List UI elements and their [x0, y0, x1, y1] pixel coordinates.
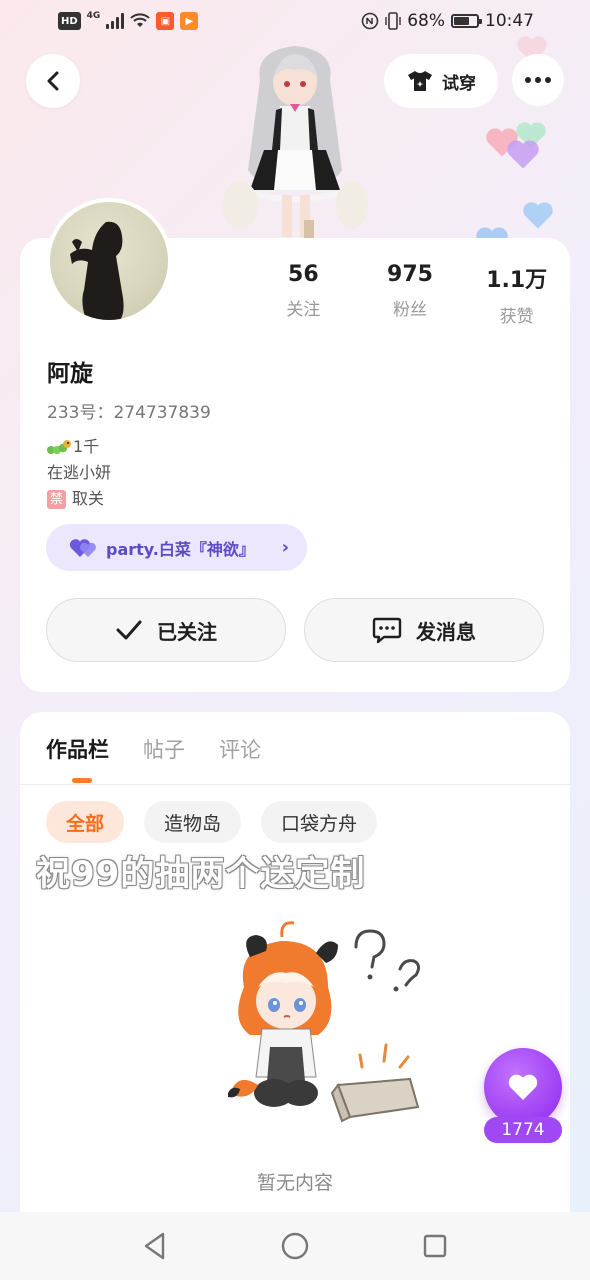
likes-label: 获赞 [499, 307, 534, 327]
status-right: 68% 10:47 [361, 11, 534, 31]
party-label: party.白菜『神欲』 [106, 539, 255, 559]
status-bar: HD 4G ▣ ▶ 68% 10:47 [0, 0, 590, 44]
follow-button[interactable]: 已关注 [46, 598, 286, 662]
bio-line-2: 在逃小妍 [47, 463, 112, 482]
tshirt-icon [408, 71, 432, 91]
nav-recents-button[interactable] [415, 1226, 455, 1266]
category-chips: 全部 造物岛 口袋方舟 [46, 801, 378, 843]
battery-icon [451, 14, 482, 28]
hd-indicator: HD [58, 12, 81, 30]
active-tab-indicator [72, 778, 92, 783]
tab-divider [20, 784, 570, 785]
more-dots-icon [525, 77, 531, 83]
floating-heart-icon [523, 202, 553, 229]
user-id[interactable]: 233号：274737839 [47, 398, 211, 423]
empty-state-text: 暂无内容 [256, 1172, 333, 1194]
followers-count: 975 [387, 262, 433, 287]
empty-state-illustration [228, 921, 421, 1123]
avatar[interactable] [46, 198, 172, 324]
chat-bubble-icon [372, 617, 402, 644]
bio-line-3-text: 取关 [72, 489, 105, 508]
nfc-icon [361, 12, 379, 30]
clock: 10:47 [485, 11, 534, 31]
bio-line-3: 禁 取关 [47, 486, 111, 512]
triangle-back-icon [144, 1232, 165, 1260]
system-nav-bar [0, 1212, 590, 1280]
stat-following[interactable]: 56 关注 [250, 262, 357, 327]
party-heart-icon [69, 538, 96, 557]
battery-fill [454, 17, 469, 25]
try-on-button[interactable]: 试穿 [384, 54, 498, 108]
tab-comments[interactable]: 评论 [219, 734, 261, 764]
follow-button-label: 已关注 [157, 619, 217, 644]
floating-heart-icon [507, 140, 539, 169]
circle-home-icon [281, 1232, 309, 1260]
chip-creation-island[interactable]: 造物岛 [144, 801, 242, 843]
bio-level-text: 1千 [73, 437, 100, 456]
back-button[interactable] [26, 54, 80, 108]
stat-followers[interactable]: 975 粉丝 [357, 262, 464, 327]
following-count: 56 [288, 262, 319, 287]
status-left: HD 4G ▣ ▶ [58, 11, 199, 30]
tab-posts[interactable]: 帖子 [143, 734, 185, 764]
followers-label: 粉丝 [393, 300, 427, 320]
chevron-left-icon [47, 71, 59, 91]
likes-count: 1.1万 [486, 268, 548, 293]
bio-line-1: 1千 [47, 434, 111, 460]
username: 阿旋 [47, 361, 93, 387]
chevron-right-icon: › [281, 537, 289, 558]
video-app-icon: ▶ [180, 12, 199, 30]
works-tabs: 作品栏 帖子 评论 [46, 734, 261, 764]
tab-works[interactable]: 作品栏 [46, 734, 109, 764]
chip-all[interactable]: 全部 [46, 801, 125, 843]
following-label: 关注 [286, 300, 321, 320]
heart-icon [508, 1074, 538, 1100]
party-link[interactable]: party.白菜『神欲』 › [46, 524, 307, 571]
square-recents-icon [423, 1234, 447, 1258]
profile-stats: 56 关注 975 粉丝 1.1万 获赞 [250, 262, 570, 327]
app-notification-icon: ▣ [156, 12, 175, 30]
more-options-button[interactable] [512, 54, 564, 106]
message-button[interactable]: 发消息 [304, 598, 544, 662]
nav-home-button[interactable] [275, 1226, 315, 1266]
chip-pocket-ark[interactable]: 口袋方舟 [261, 801, 378, 843]
vibrate-icon [385, 12, 401, 30]
bio: 1千 在逃小妍 禁 取关 [47, 434, 111, 512]
like-count: 1774 [484, 1117, 562, 1143]
wifi-icon [130, 13, 151, 27]
ban-badge: 禁 [47, 489, 66, 509]
stat-likes[interactable]: 1.1万 获赞 [463, 262, 570, 327]
message-button-label: 发消息 [416, 619, 476, 644]
like-button[interactable] [484, 1048, 562, 1126]
works-card: 作品栏 帖子 评论 全部 造物岛 口袋方舟 暂无内容 [20, 712, 570, 1232]
caterpillar-icon [47, 440, 71, 454]
avatar-character-image[interactable] [220, 40, 370, 240]
nav-back-button[interactable] [135, 1226, 175, 1266]
avatar-image [70, 221, 124, 320]
battery-percent: 68% [407, 11, 445, 31]
video-caption-overlay: 祝99的抽两个送定制 [36, 854, 366, 894]
check-icon [116, 620, 142, 640]
network-type: 4G [86, 11, 101, 21]
try-on-label: 试穿 [442, 73, 476, 94]
signal-icon [106, 13, 125, 29]
